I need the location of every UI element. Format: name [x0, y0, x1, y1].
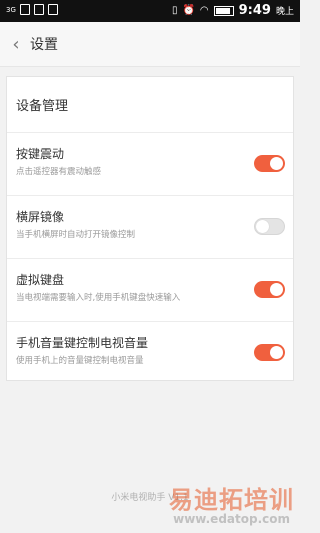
toggle-knob [270, 157, 283, 170]
volume-keys-toggle[interactable] [254, 344, 285, 361]
back-arrow-icon[interactable]: ‹ [4, 22, 28, 66]
watermark-url: www.edatop.com [173, 512, 290, 526]
setting-title: 按键震动 [16, 147, 65, 161]
wifi-icon: ◠ [199, 5, 209, 16]
vibrate-icon: ▯ [171, 5, 178, 16]
page-title: 设置 [30, 37, 58, 53]
alarm-icon: ⏰ [182, 5, 195, 16]
setting-subtitle: 当手机横屏时自动打开镜像控制 [16, 230, 136, 240]
setting-subtitle: 点击遥控器有震动触感 [16, 167, 102, 177]
signal-icon [19, 4, 30, 15]
setting-title: 手机音量键控制电视音量 [16, 336, 149, 350]
setting-title: 虚拟键盘 [16, 273, 65, 287]
setting-row-volume-keys[interactable]: 手机音量键控制电视音量 使用手机上的音量键控制电视音量 [7, 322, 293, 384]
setting-subtitle: 使用手机上的音量键控制电视音量 [16, 356, 144, 366]
app-header: ‹ 设置 [0, 22, 300, 67]
key-vibration-toggle[interactable] [254, 155, 285, 172]
shield-icon [47, 4, 58, 15]
setting-row-virtual-keyboard[interactable]: 虚拟键盘 当电视端需要输入时,使用手机键盘快速输入 [7, 259, 293, 322]
status-bar: 3G ▯ ⏰ ◠ 9:49 晚上 [0, 0, 300, 22]
landscape-mirror-toggle[interactable] [254, 218, 285, 235]
clock-time: 9:49 [238, 3, 271, 18]
clock-ampm: 晚上 [275, 7, 294, 17]
sim-icon [33, 4, 44, 15]
toggle-knob [270, 283, 283, 296]
settings-card: 设备管理 按键震动 点击遥控器有震动触感 横屏镜像 当手机横屏时自动打开镜像控制… [6, 76, 294, 381]
toggle-knob [256, 220, 269, 233]
section-title: 设备管理 [7, 77, 293, 133]
virtual-keyboard-toggle[interactable] [254, 281, 285, 298]
battery-icon [213, 5, 234, 16]
toggle-knob [270, 346, 283, 359]
watermark-text: 易迪拓培训 [169, 486, 294, 514]
setting-title: 横屏镜像 [16, 210, 65, 224]
network-label: 3G [6, 5, 16, 14]
setting-subtitle: 当电视端需要输入时,使用手机键盘快速输入 [16, 293, 181, 303]
setting-row-key-vibration[interactable]: 按键震动 点击遥控器有震动触感 [7, 133, 293, 196]
setting-row-landscape-mirror[interactable]: 横屏镜像 当手机横屏时自动打开镜像控制 [7, 196, 293, 259]
